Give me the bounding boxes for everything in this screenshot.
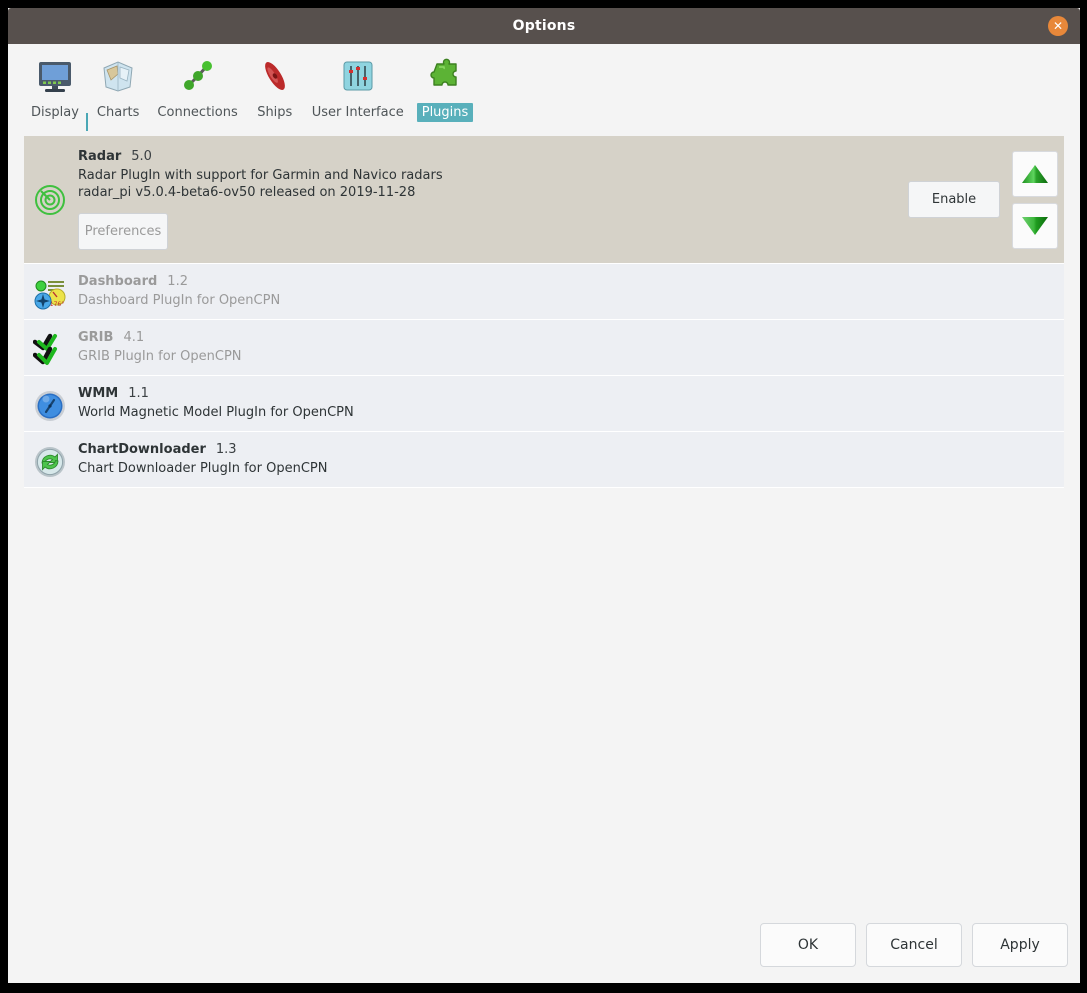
plugin-row-dashboard[interactable]: 176° Dashboard 1.2 Dashboard PlugIn for … [24, 264, 1064, 320]
tab-charts-label: Charts [96, 105, 140, 120]
plugin-name: ChartDownloader [78, 442, 206, 457]
grib-icon [32, 332, 68, 368]
plugin-name: Radar [78, 149, 122, 164]
plugin-version: 1.3 [215, 442, 237, 457]
titlebar: Options ✕ [8, 8, 1080, 44]
plugin-version: 1.2 [167, 274, 188, 289]
window-title: Options [512, 18, 576, 34]
plugin-description: World Magnetic Model PlugIn for OpenCPN [78, 405, 354, 420]
tab-charts[interactable]: Charts [92, 52, 145, 122]
cancel-button[interactable]: Cancel [866, 923, 962, 967]
plugin-title-line: GRIB 4.1 [78, 330, 1064, 345]
tab-plugins-label: Plugins [416, 103, 474, 122]
tab-plugins[interactable]: Plugins [416, 52, 474, 122]
ship-icon [251, 52, 299, 100]
plugin-info-grib: GRIB 4.1 GRIB PlugIn for OpenCPN [78, 326, 1064, 365]
plugin-list[interactable]: Radar 5.0 Radar PlugIn with support for … [8, 136, 1080, 907]
radar-icon [32, 182, 68, 218]
plugin-info-dashboard: Dashboard 1.2 Dashboard PlugIn for OpenC… [78, 270, 1064, 309]
plugin-row-grib[interactable]: GRIB 4.1 GRIB PlugIn for OpenCPN [24, 320, 1064, 376]
plugin-reorder-controls [1012, 150, 1058, 249]
tab-display-label: Display [31, 105, 79, 120]
options-dialog: Options ✕ Display Charts Connections Shi… [8, 8, 1080, 983]
connections-icon [174, 52, 222, 100]
plugin-info-chartdownloader: ChartDownloader 1.3 Chart Downloader Plu… [78, 438, 1064, 477]
chart-downloader-icon [32, 444, 68, 480]
apply-button[interactable]: Apply [972, 923, 1068, 967]
plugin-title-line: WMM 1.1 [78, 386, 1064, 401]
move-up-button[interactable] [1012, 150, 1058, 197]
tab-ships[interactable]: Ships [251, 52, 299, 122]
ok-button[interactable]: OK [760, 923, 856, 967]
plugin-version: 1.1 [128, 386, 149, 401]
plugin-info-wmm: WMM 1.1 World Magnetic Model PlugIn for … [78, 382, 1064, 421]
plugin-name: WMM [78, 386, 119, 401]
plugin-version: 4.1 [123, 330, 145, 345]
sliders-icon [334, 52, 382, 100]
plugin-description: Chart Downloader PlugIn for OpenCPN [78, 461, 328, 476]
dialog-button-bar: OK Cancel Apply [8, 907, 1080, 983]
plugin-description: Dashboard PlugIn for OpenCPN [78, 293, 281, 308]
tab-focus-divider [85, 113, 88, 131]
preferences-button[interactable]: Preferences [78, 213, 168, 250]
tab-connections[interactable]: Connections [152, 52, 242, 122]
triangle-down-icon [1022, 216, 1048, 235]
plugin-description: Radar PlugIn with support for Garmin and… [78, 168, 443, 183]
plugin-row-radar[interactable]: Radar 5.0 Radar PlugIn with support for … [24, 136, 1064, 264]
triangle-up-icon [1022, 164, 1048, 183]
plugin-detail: radar_pi v5.0.4-beta6-ov50 released on 2… [78, 185, 416, 200]
plugin-info-radar: Radar 5.0 Radar PlugIn with support for … [78, 149, 908, 250]
plugin-title-line: Dashboard 1.2 [78, 274, 1064, 289]
svg-text:176°: 176° [50, 301, 64, 308]
puzzle-piece-icon [421, 52, 469, 100]
options-tabbar: Display Charts Connections Ships User In… [8, 44, 1080, 136]
close-icon[interactable]: ✕ [1048, 16, 1068, 36]
dashboard-icon: 176° [32, 276, 68, 312]
plugin-row-wmm[interactable]: WMM 1.1 World Magnetic Model PlugIn for … [24, 376, 1064, 432]
monitor-icon [31, 52, 79, 100]
wmm-compass-icon [32, 388, 68, 424]
tab-ships-label: Ships [257, 105, 293, 120]
tab-user-interface[interactable]: User Interface [307, 52, 409, 122]
enable-button[interactable]: Enable [908, 181, 1000, 218]
plugin-description: GRIB PlugIn for OpenCPN [78, 349, 242, 364]
plugin-title-line: Radar 5.0 [78, 149, 908, 164]
plugin-row-chartdownloader[interactable]: ChartDownloader 1.3 Chart Downloader Plu… [24, 432, 1064, 488]
tab-connections-label: Connections [157, 105, 238, 120]
plugin-title-line: ChartDownloader 1.3 [78, 442, 1064, 457]
move-down-button[interactable] [1012, 202, 1058, 249]
plugin-name: GRIB [78, 330, 114, 345]
plugin-name: Dashboard [78, 274, 158, 289]
tab-user-interface-label: User Interface [311, 105, 404, 120]
tab-display[interactable]: Display [26, 52, 84, 122]
charts-icon [94, 52, 142, 100]
plugin-version: 5.0 [131, 149, 152, 164]
